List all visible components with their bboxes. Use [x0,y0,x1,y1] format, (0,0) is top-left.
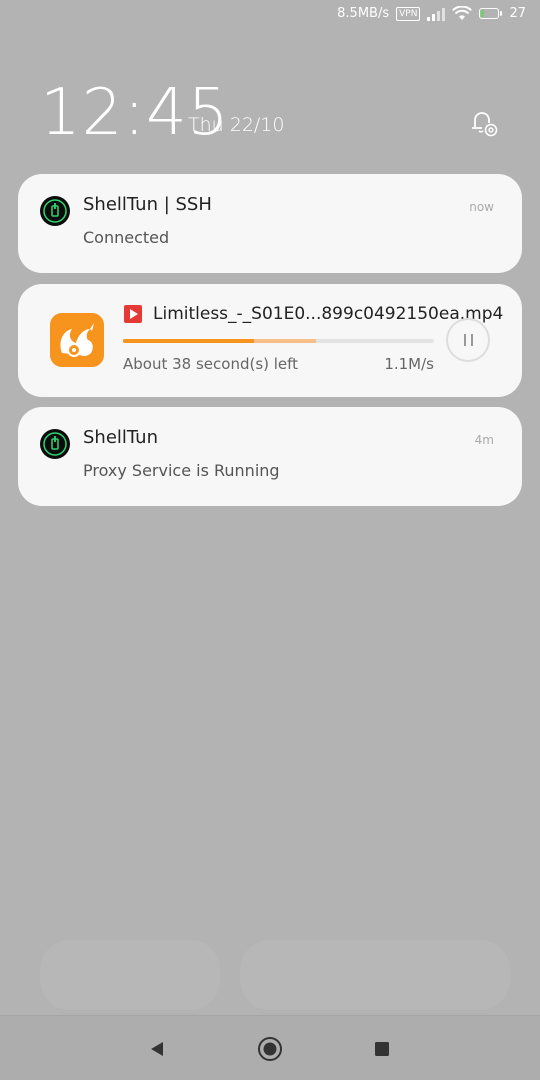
back-button[interactable] [142,1034,172,1064]
notification-time: now [469,200,494,214]
pause-icon [463,334,466,346]
recents-button[interactable] [367,1034,397,1064]
background-blur [240,940,510,1010]
download-file-name: Limitless_-_S01E0...899c0492150ea.mp4 [153,304,504,324]
clock-date: Thu 22/10 [188,114,285,136]
background-blur [40,940,220,1010]
download-progress-bar [123,339,434,343]
power-shield-icon [40,429,70,459]
status-bar: 8.5MB/s VPN 27 [0,0,540,34]
notification-card-shelltun-proxy[interactable]: ShellTun Proxy Service is Running 4m [18,407,522,506]
back-triangle-icon [151,1042,163,1056]
navigation-bar [0,1015,540,1080]
notification-title: ShellTun | SSH [83,194,212,215]
clock-time: 12:45 [40,76,230,150]
notification-text: Connected [83,228,170,247]
download-time-left: About 38 second(s) left [123,355,299,373]
battery-level: 27 [509,6,526,21]
pause-button[interactable] [446,318,490,362]
download-speed: 1.1M/s [384,355,434,373]
vpn-badge: VPN [396,6,421,21]
battery-icon [479,8,503,19]
home-button[interactable] [255,1034,285,1064]
recents-square-icon [375,1042,389,1056]
signal-icon [427,7,446,21]
notification-card-shelltun-ssh[interactable]: ShellTun | SSH Connected now [18,174,522,273]
notification-card-download[interactable]: Limitless_-_S01E0...899c0492150ea.mp4 Ab… [18,284,522,397]
notification-text: Proxy Service is Running [83,461,280,480]
wifi-icon [452,6,473,20]
uc-browser-icon [50,313,104,367]
notification-settings-icon[interactable] [466,106,500,140]
home-circle-icon [258,1037,282,1061]
video-file-icon [123,304,143,324]
network-speed: 8.5MB/s [337,6,390,21]
notification-title: ShellTun [83,427,158,448]
notification-time: 4m [474,433,494,447]
power-shield-icon [40,196,70,226]
